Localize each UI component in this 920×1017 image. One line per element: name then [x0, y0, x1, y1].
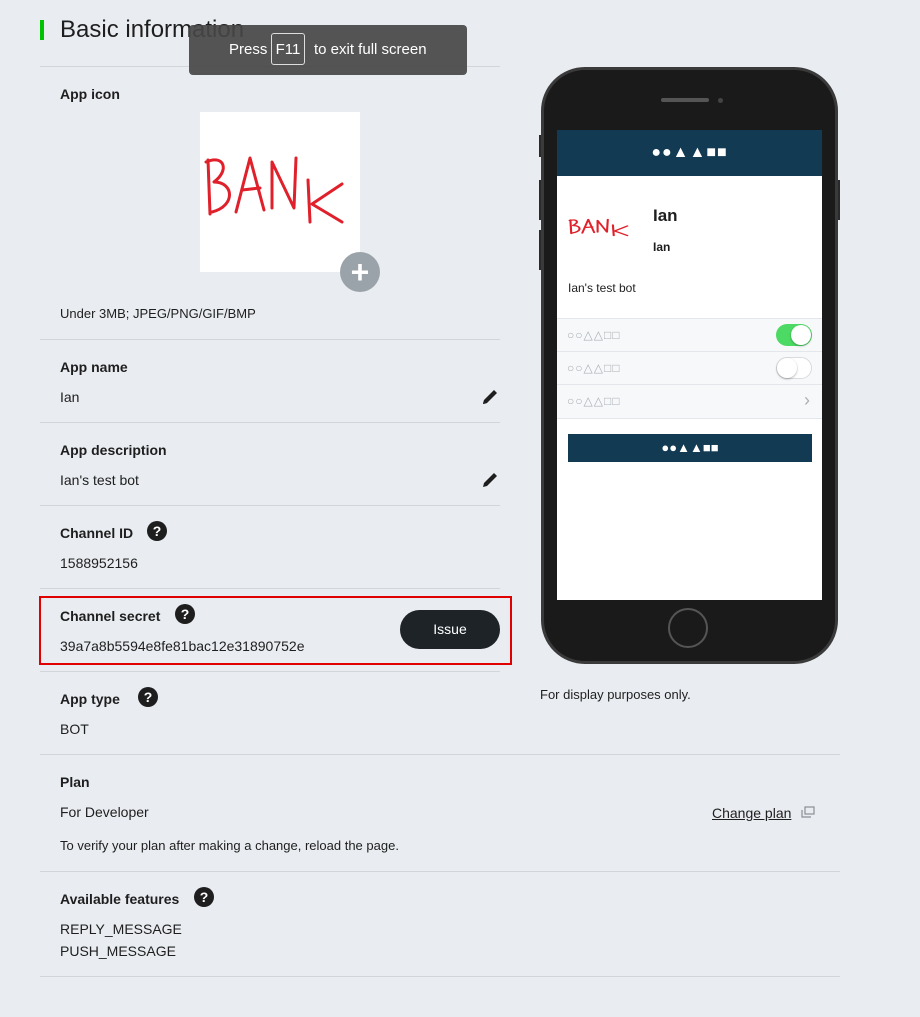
edit-app-description-pencil-icon[interactable]	[480, 470, 500, 490]
divider	[40, 588, 500, 589]
external-window-icon[interactable]	[801, 806, 815, 818]
app-name-label: App name	[60, 359, 128, 375]
preview-app-name: Ian	[653, 206, 678, 225]
plan-note: To verify your plan after making a chang…	[60, 838, 399, 853]
divider	[40, 422, 500, 423]
app-type-label: App type	[60, 691, 120, 707]
features-label: Available features	[60, 891, 180, 907]
preview-sub-name: Ian	[653, 240, 671, 254]
phone-screen: ●●▲▲■■ Ian Ian Ian's test bot ○○△△□□ ○○△…	[557, 130, 822, 600]
bank-handwriting-logo	[204, 156, 344, 224]
preview-disclaimer: For display purposes only.	[540, 687, 691, 702]
title-accent-bar	[40, 20, 44, 40]
plan-label: Plan	[60, 774, 90, 790]
feature-item: REPLY_MESSAGE	[60, 921, 182, 937]
divider	[40, 671, 500, 672]
app-icon-label: App icon	[60, 86, 120, 102]
divider	[40, 505, 500, 506]
toast-suffix-text: to exit full screen	[314, 41, 427, 58]
feature-item: PUSH_MESSAGE	[60, 943, 176, 959]
phone-camera	[718, 98, 723, 103]
channel-id-value: 1588952156	[60, 555, 138, 571]
divider	[40, 754, 840, 755]
toast-press-text: Press	[229, 41, 268, 58]
phone-speaker	[661, 98, 709, 102]
app-icon-image[interactable]	[200, 112, 360, 272]
preview-settings-row: ○○△△□□	[557, 351, 822, 385]
preview-settings-row: ○○△△□□	[557, 318, 822, 352]
channel-id-help-icon[interactable]: ?	[147, 521, 167, 541]
features-help-icon[interactable]: ?	[194, 887, 214, 907]
phone-home-button	[668, 608, 708, 648]
preview-row-shapes: ○○△△□□	[567, 394, 621, 408]
edit-app-name-pencil-icon[interactable]	[480, 387, 500, 407]
fullscreen-toast: Press F11 to exit full screen	[189, 25, 467, 75]
chevron-right-icon: ›	[804, 390, 810, 410]
channel-secret-value: 39a7a8b5594e8fe81bac12e31890752e	[60, 638, 305, 654]
add-icon-button[interactable]: +	[340, 252, 380, 292]
preview-description: Ian's test bot	[568, 281, 636, 295]
change-plan-link[interactable]: Change plan	[712, 805, 791, 821]
preview-toggle-on	[776, 324, 812, 346]
app-name-value: Ian	[60, 389, 80, 405]
preview-settings-row: ○○△△□□ ›	[557, 384, 822, 419]
preview-toggle-off	[776, 357, 812, 379]
toast-key: F11	[271, 33, 305, 65]
plan-value: For Developer	[60, 804, 149, 820]
preview-row-shapes: ○○△△□□	[567, 328, 621, 342]
app-type-help-icon[interactable]: ?	[138, 687, 158, 707]
preview-button: ●●▲▲■■	[568, 434, 812, 462]
channel-id-label: Channel ID	[60, 525, 134, 541]
preview-bank-logo	[568, 218, 629, 237]
app-description-value: Ian's test bot	[60, 472, 139, 488]
app-description-label: App description	[60, 442, 167, 458]
channel-secret-help-icon[interactable]: ?	[175, 604, 195, 624]
divider	[40, 871, 840, 872]
app-icon-hint: Under 3MB; JPEG/PNG/GIF/BMP	[60, 306, 256, 321]
issue-button[interactable]: Issue	[400, 610, 500, 649]
divider	[40, 976, 840, 977]
channel-secret-label: Channel secret	[60, 608, 161, 624]
preview-row-shapes: ○○△△□□	[567, 361, 621, 375]
divider	[40, 339, 500, 340]
app-type-value: BOT	[60, 721, 89, 737]
preview-header: ●●▲▲■■	[557, 130, 822, 176]
